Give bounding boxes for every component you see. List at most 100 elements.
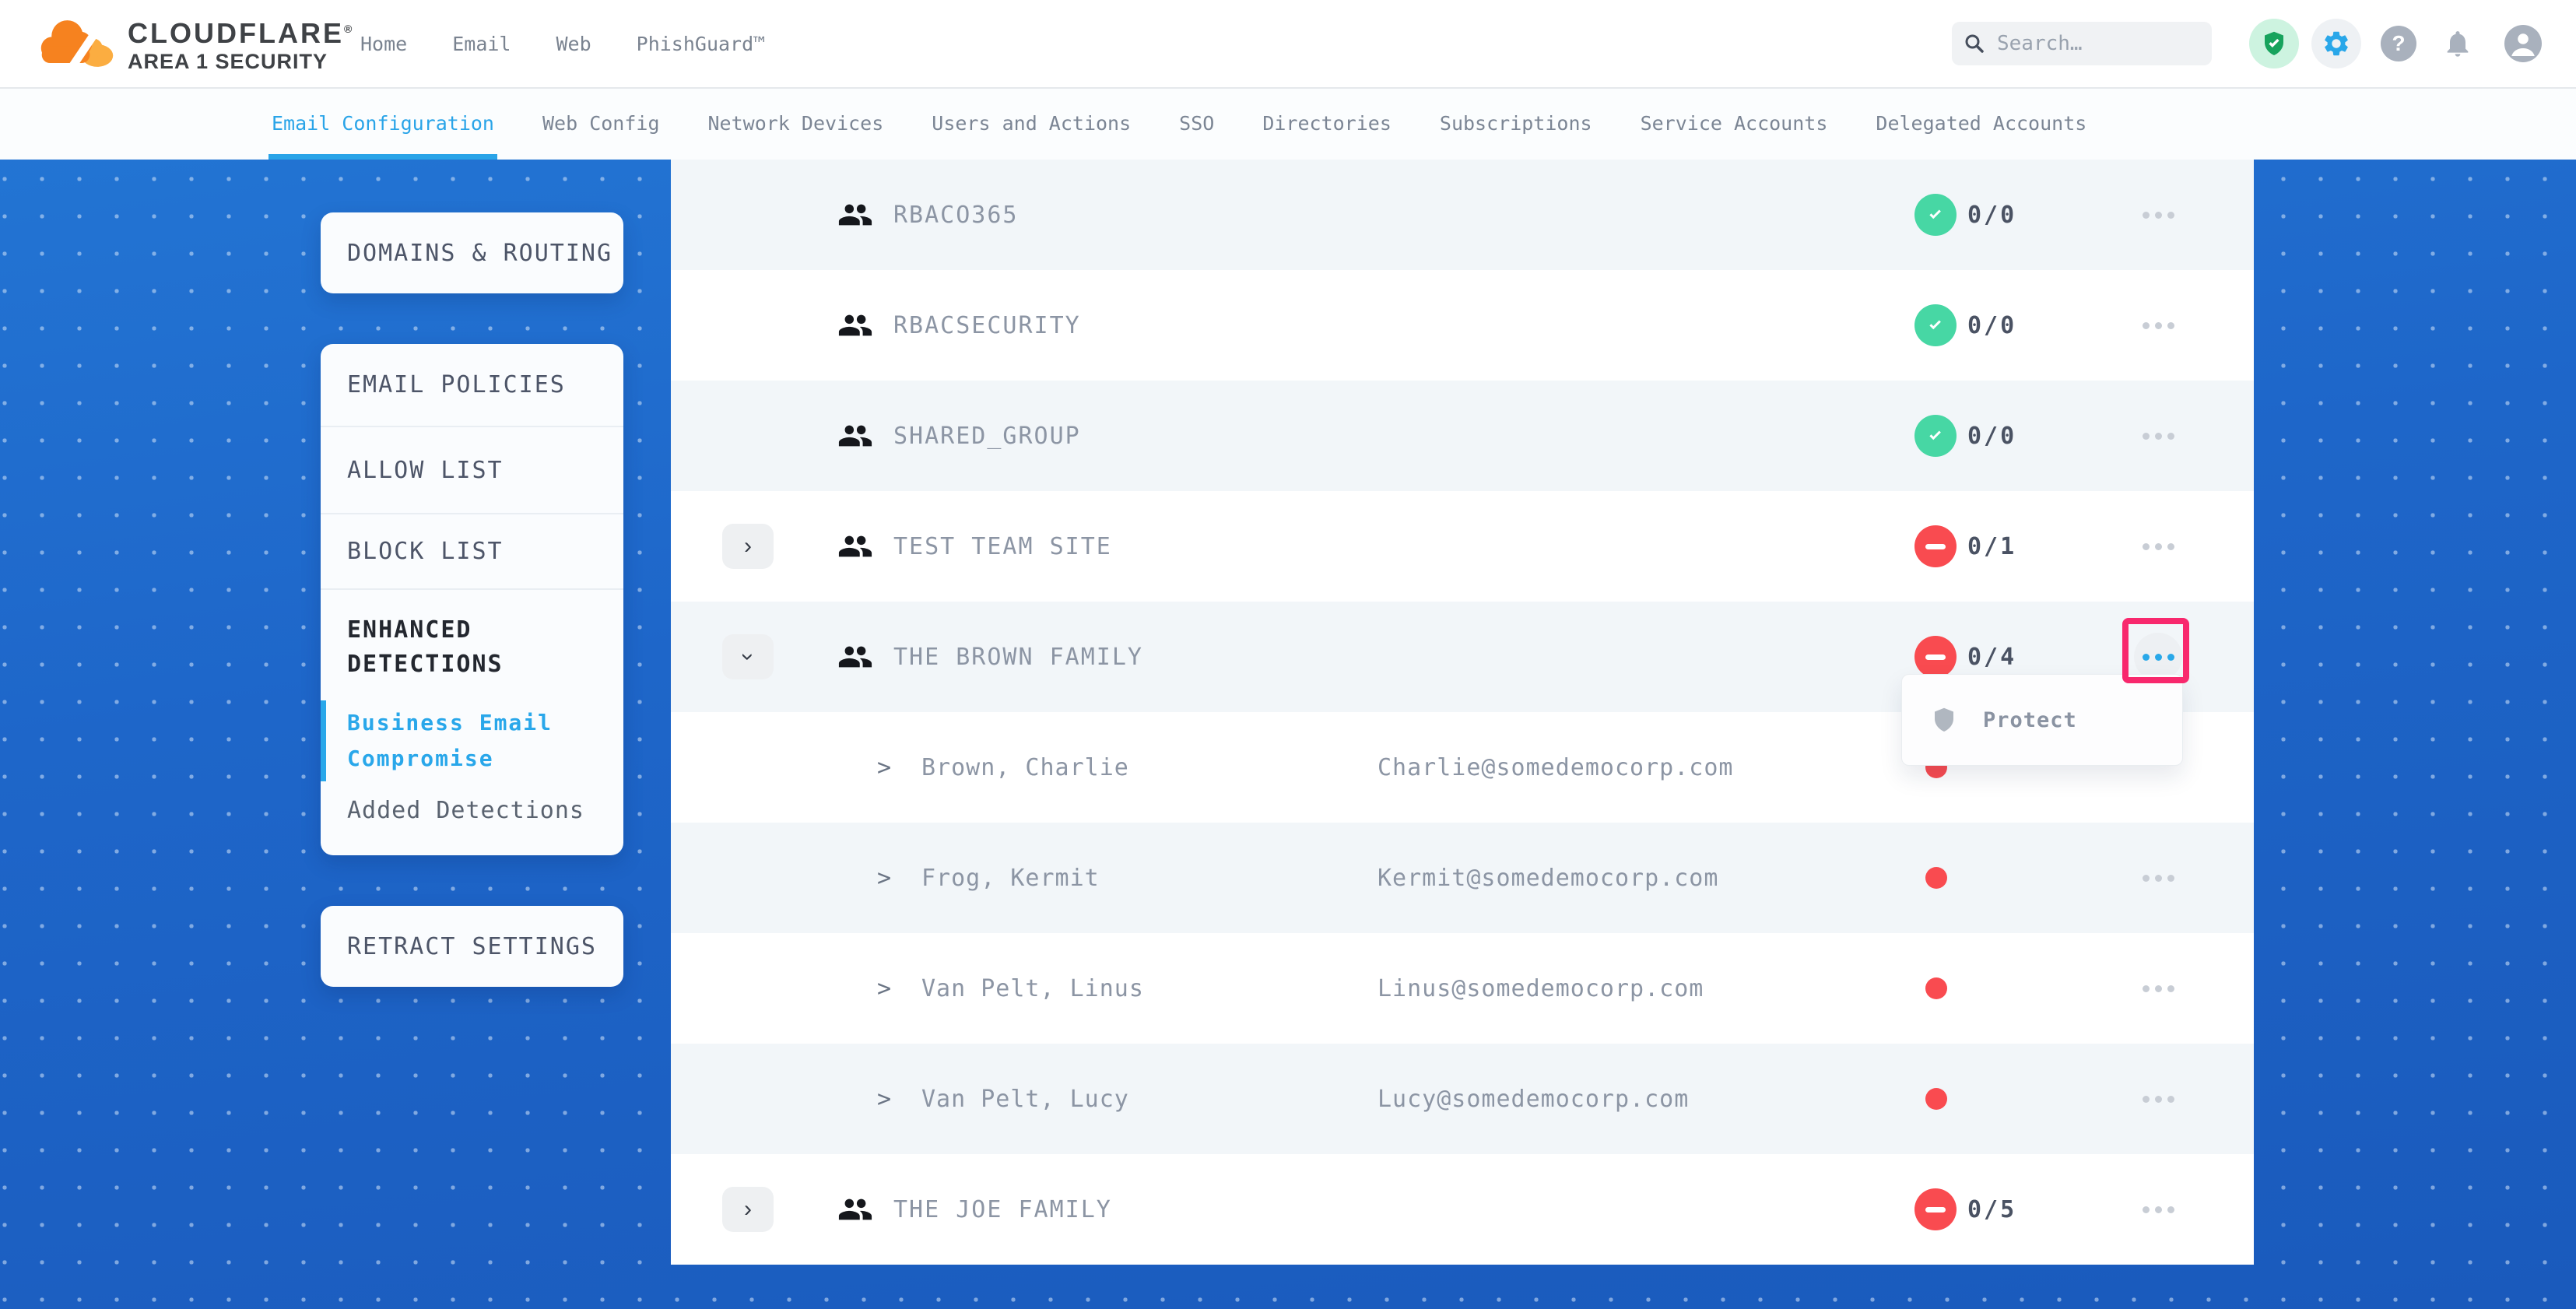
expand-toggle-button[interactable]: › — [722, 1187, 774, 1232]
group-row: RBACSECURITY 0/0 — [671, 270, 2254, 381]
status-dot-unprotected — [1925, 977, 1947, 999]
expand-toggle-button[interactable]: › — [722, 524, 774, 569]
protection-count: 0/1 — [1967, 491, 2016, 602]
sidebar-item-added-detections[interactable]: Added Detections — [347, 797, 595, 824]
group-icon — [837, 418, 873, 454]
row-actions-button[interactable] — [2134, 1075, 2182, 1123]
protection-count: 0/0 — [1967, 270, 2016, 381]
tab-subscriptions[interactable]: Subscriptions — [1440, 87, 1592, 160]
section-tabs: Email Configuration Web Config Network D… — [0, 87, 2576, 160]
member-name[interactable]: Brown, Charlie — [921, 712, 1129, 823]
sidebar-card-domains-routing[interactable]: DOMAINS & ROUTING — [321, 212, 623, 293]
protection-count: 0/5 — [1967, 1154, 2016, 1265]
search-input[interactable] — [1995, 31, 2201, 56]
row-actions-button[interactable] — [2134, 412, 2182, 460]
row-actions-button[interactable] — [2134, 1185, 2182, 1234]
shield-icon — [1930, 706, 1958, 734]
status-badge-unprotected — [1914, 1188, 1957, 1230]
group-name[interactable]: RBACO365 — [893, 160, 1019, 270]
menu-item-protect[interactable]: Protect — [1983, 708, 2077, 732]
status-badge-protected — [1914, 304, 1957, 346]
group-row: RBACO365 0/0 — [671, 160, 2254, 270]
status-badge-protected — [1914, 415, 1957, 457]
status-badge-protected — [1914, 194, 1957, 236]
chevron-right-icon[interactable] — [877, 712, 891, 823]
group-row: › TEST TEAM SITE 0/1 — [671, 491, 2254, 602]
cloudflare-logo: CLOUDFLARE® AREA 1 SECURITY — [36, 0, 352, 87]
app-screen: CLOUDFLARE® AREA 1 SECURITY Home Email W… — [0, 0, 2576, 1309]
member-name[interactable]: Van Pelt, Lucy — [921, 1044, 1129, 1154]
member-name[interactable]: Frog, Kermit — [921, 823, 1100, 933]
registered-mark: ® — [344, 23, 352, 35]
search-box[interactable] — [1952, 22, 2212, 65]
member-email: Linus@somedemocorp.com — [1377, 933, 1704, 1044]
status-badge-unprotected — [1914, 636, 1957, 678]
group-row: › THE JOE FAMILY 0/5 — [671, 1154, 2254, 1265]
row-actions-button[interactable] — [2134, 191, 2182, 239]
gear-icon[interactable] — [2311, 19, 2361, 68]
tab-web-config[interactable]: Web Config — [542, 87, 660, 160]
row-actions-button[interactable] — [2134, 964, 2182, 1012]
group-name[interactable]: THE BROWN FAMILY — [893, 602, 1143, 712]
row-actions-button[interactable] — [2134, 522, 2182, 570]
shield-check-icon[interactable] — [2249, 19, 2299, 68]
row-actions-menu: Protect — [1901, 674, 2183, 766]
account-icon[interactable] — [2504, 25, 2542, 62]
group-name[interactable]: THE JOE FAMILY — [893, 1154, 1112, 1265]
group-icon — [837, 528, 873, 564]
member-row: Van Pelt, Linus Linus@somedemocorp.com — [671, 933, 2254, 1044]
member-email: Kermit@somedemocorp.com — [1377, 823, 1718, 933]
chevron-right-icon[interactable] — [877, 933, 891, 1044]
group-row: SHARED_GROUP 0/0 — [671, 381, 2254, 491]
member-row: Frog, Kermit Kermit@somedemocorp.com — [671, 823, 2254, 933]
group-icon — [837, 639, 873, 675]
group-icon — [837, 197, 873, 233]
chevron-right-icon[interactable] — [877, 823, 891, 933]
sidebar-card-retract-settings[interactable]: RETRACT SETTINGS — [321, 906, 623, 987]
member-email: Lucy@somedemocorp.com — [1377, 1044, 1689, 1154]
group-icon — [837, 307, 873, 343]
tab-directories[interactable]: Directories — [1262, 87, 1392, 160]
sidebar-card-policies: EMAIL POLICIES ALLOW LIST BLOCK LIST ENH… — [321, 344, 623, 855]
tab-delegated-accounts[interactable]: Delegated Accounts — [1876, 87, 2086, 160]
group-name[interactable]: RBACSECURITY — [893, 270, 1081, 381]
chevron-right-icon[interactable] — [877, 1044, 891, 1154]
search-icon — [1963, 32, 1986, 55]
sidebar-item-email-policies[interactable]: EMAIL POLICIES — [321, 344, 623, 427]
brand-text: CLOUDFLARE® AREA 1 SECURITY — [128, 13, 352, 74]
top-nav: CLOUDFLARE® AREA 1 SECURITY Home Email W… — [0, 0, 2576, 89]
sidebar-item-retract-settings[interactable]: RETRACT SETTINGS — [321, 933, 597, 960]
sidebar-item-block-list[interactable]: BLOCK LIST — [321, 514, 623, 590]
protection-count: 0/0 — [1967, 381, 2016, 491]
tab-network-devices[interactable]: Network Devices — [708, 87, 884, 160]
group-name[interactable]: SHARED_GROUP — [893, 381, 1081, 491]
collapse-toggle-button[interactable]: › — [722, 634, 774, 679]
group-name[interactable]: TEST TEAM SITE — [893, 491, 1112, 602]
nav-link-email[interactable]: Email — [452, 33, 511, 55]
member-row: Van Pelt, Lucy Lucy@somedemocorp.com — [671, 1044, 2254, 1154]
sidebar-item-enhanced-detections[interactable]: ENHANCED DETECTIONS — [347, 613, 595, 682]
member-email: Charlie@somedemocorp.com — [1377, 712, 1733, 823]
help-icon[interactable] — [2381, 26, 2416, 61]
brand-name: CLOUDFLARE — [128, 17, 344, 49]
bell-icon[interactable] — [2441, 27, 2474, 60]
sidebar-item-business-email-compromise[interactable]: Business Email Compromise — [321, 700, 623, 781]
status-dot-unprotected — [1925, 867, 1947, 889]
member-name[interactable]: Van Pelt, Linus — [921, 933, 1144, 1044]
sidebar-item-allow-list[interactable]: ALLOW LIST — [321, 427, 623, 514]
tab-email-configuration[interactable]: Email Configuration — [272, 87, 494, 160]
status-badge-unprotected — [1914, 525, 1957, 567]
row-actions-button[interactable] — [2134, 854, 2182, 902]
nav-link-home[interactable]: Home — [360, 33, 407, 55]
primary-nav-links: Home Email Web PhishGuard™ — [360, 0, 765, 87]
nav-link-phishguard[interactable]: PhishGuard™ — [637, 33, 766, 55]
cloudflare-cloud-icon — [36, 11, 118, 76]
nav-link-web[interactable]: Web — [556, 33, 591, 55]
row-actions-button[interactable] — [2134, 301, 2182, 349]
sidebar-item-domains-routing[interactable]: DOMAINS & ROUTING — [321, 240, 612, 267]
group-icon — [837, 1191, 873, 1227]
brand-subtitle: AREA 1 SECURITY — [128, 49, 352, 74]
tab-users-and-actions[interactable]: Users and Actions — [932, 87, 1131, 160]
tab-sso[interactable]: SSO — [1179, 87, 1214, 160]
tab-service-accounts[interactable]: Service Accounts — [1641, 87, 1828, 160]
